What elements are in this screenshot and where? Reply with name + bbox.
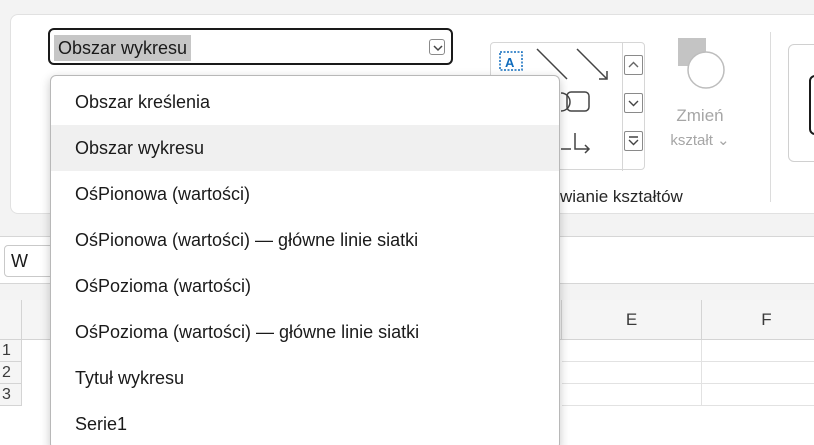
cell-e2[interactable]: [562, 362, 702, 384]
chevron-down-icon[interactable]: [429, 39, 445, 55]
select-all-corner[interactable]: [0, 300, 22, 340]
more-icon: [628, 136, 639, 146]
dropdown-item[interactable]: OśPionowa (wartości): [51, 171, 559, 217]
ribbon-group-divider: [770, 32, 771, 202]
cell-f3[interactable]: [702, 384, 814, 406]
next-ribbon-group-button[interactable]: [788, 44, 814, 162]
column-header-e[interactable]: E: [562, 300, 702, 340]
arrow-icon: [576, 48, 608, 80]
oval-icon: [560, 92, 571, 112]
dropdown-item[interactable]: Obszar kreślenia: [51, 79, 559, 125]
gallery-scrollbar: [622, 43, 644, 171]
cell-f2[interactable]: [702, 362, 814, 384]
cell-e3[interactable]: [562, 384, 702, 406]
gallery-more-button[interactable]: [624, 131, 643, 151]
dropdown-item[interactable]: Serie1: [51, 401, 559, 445]
chart-element-selector-value: Obszar wykresu: [54, 35, 192, 61]
cell-e1[interactable]: [562, 340, 702, 362]
chevron-up-icon: [628, 61, 639, 68]
gallery-scroll-down-button[interactable]: [624, 93, 643, 113]
chart-element-selector[interactable]: Obszar wykresu: [48, 28, 453, 65]
row-header-2[interactable]: 2: [0, 362, 22, 384]
change-shape-button[interactable]: Zmień kształt ⌄: [652, 36, 748, 176]
dropdown-item[interactable]: OśPionowa (wartości) — główne linie siat…: [51, 217, 559, 263]
column-header-f[interactable]: F: [702, 300, 814, 340]
cell-f1[interactable]: [702, 340, 814, 362]
row-header-1[interactable]: 1: [0, 340, 22, 362]
gallery-scroll-up-button[interactable]: [624, 55, 643, 75]
ribbon-group-label: wianie kształtów: [560, 187, 683, 206]
row-header-3[interactable]: 3: [0, 384, 22, 406]
elbow-connector-icon: [574, 133, 591, 154]
dropdown-item-highlighted[interactable]: Obszar wykresu: [51, 125, 559, 171]
change-shape-icon: [678, 38, 725, 89]
change-shape-label-line1: Zmień: [676, 106, 724, 125]
text-box-icon: A: [499, 51, 523, 71]
chevron-down-icon: [628, 100, 639, 107]
chart-element-dropdown: Obszar kreślenia Obszar wykresu OśPionow…: [50, 75, 560, 445]
dropdown-item[interactable]: OśPozioma (wartości): [51, 263, 559, 309]
chevron-down-icon: ⌄: [717, 132, 730, 149]
svg-text:A: A: [505, 55, 515, 70]
change-shape-label-line2: kształt ⌄: [670, 132, 730, 149]
dropdown-item[interactable]: Tytuł wykresu: [51, 355, 559, 401]
dropdown-item[interactable]: OśPozioma (wartości) — główne linie siat…: [51, 309, 559, 355]
